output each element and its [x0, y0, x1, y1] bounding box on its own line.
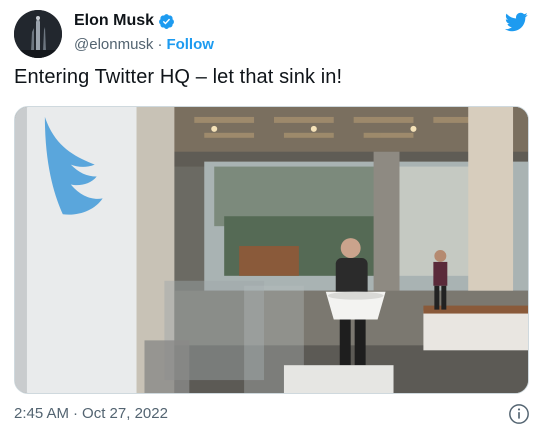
- author-display-name[interactable]: Elon Musk: [74, 12, 154, 30]
- media-scene: [15, 107, 528, 393]
- tweet-timestamp[interactable]: 2:45 AM · Oct 27, 2022: [14, 405, 168, 422]
- tweet-text: Entering Twitter HQ – let that sink in!: [14, 66, 343, 88]
- separator-dot: ·: [157, 36, 163, 53]
- verified-badge-icon: [159, 13, 174, 29]
- follow-button[interactable]: Follow: [166, 36, 214, 53]
- avatar[interactable]: [14, 10, 62, 58]
- avatar-image: [14, 10, 62, 58]
- timestamp-separator-dot: ·: [73, 405, 79, 422]
- info-icon[interactable]: [508, 403, 530, 425]
- tweet-time: 2:45 AM: [14, 405, 70, 422]
- tweet-date: Oct 27, 2022: [82, 405, 168, 422]
- author-handle-row: @elonmusk · Follow: [74, 36, 214, 53]
- author-name-row: Elon Musk: [74, 12, 175, 30]
- tweet-media-photo[interactable]: [14, 106, 529, 394]
- author-handle[interactable]: @elonmusk: [74, 36, 153, 53]
- tweet-embed-card: Elon Musk @elonmusk · Follow Entering Tw…: [0, 0, 542, 432]
- twitter-bird-icon[interactable]: [504, 10, 528, 34]
